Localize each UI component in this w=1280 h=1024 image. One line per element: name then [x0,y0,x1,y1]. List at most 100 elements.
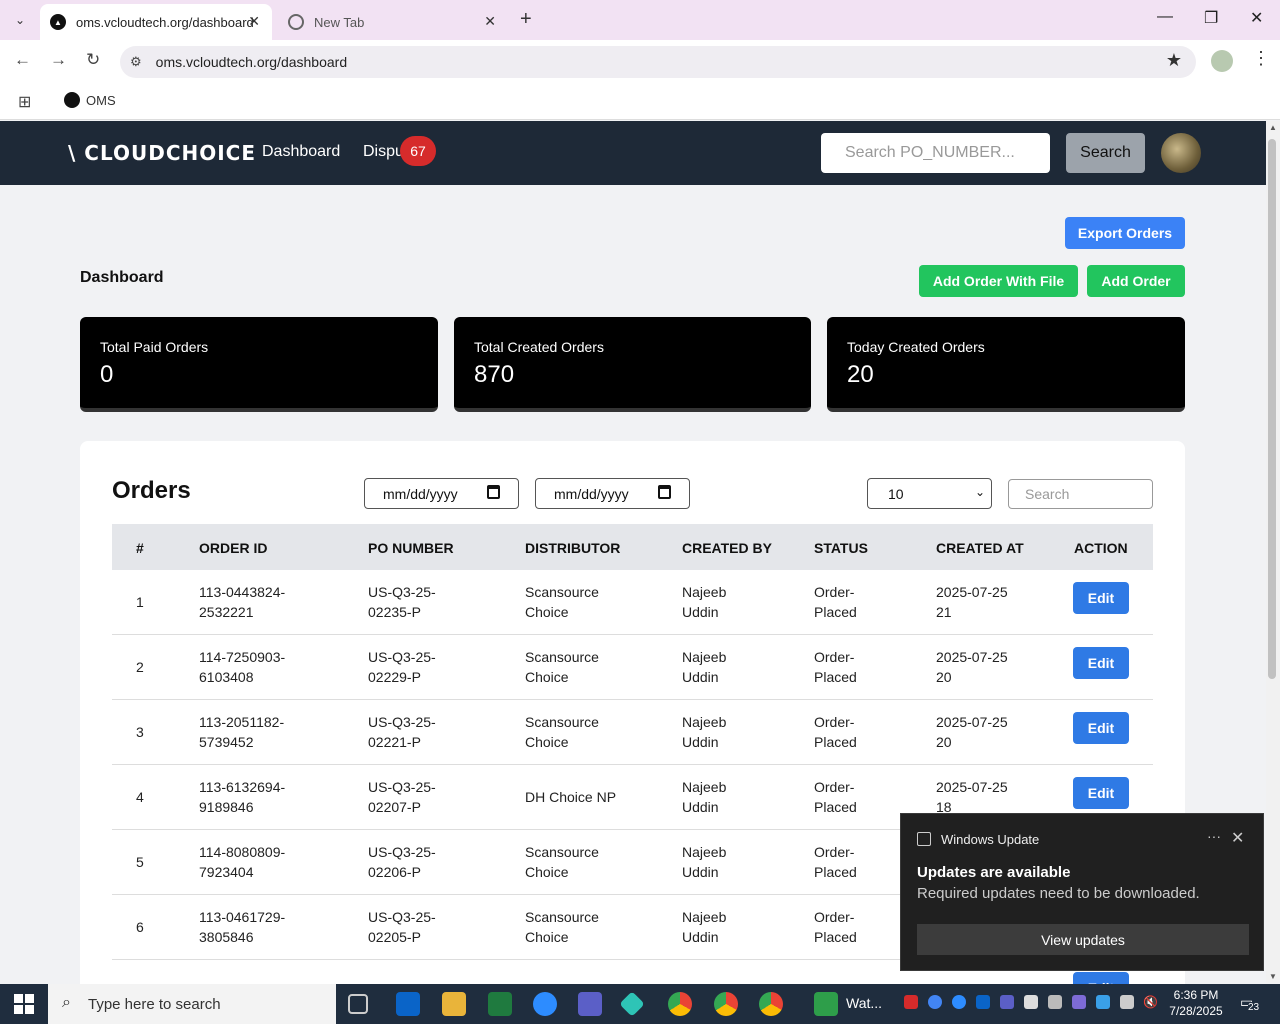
col-header-distributor: DISTRIBUTOR [525,540,621,556]
stocks-app-icon[interactable] [814,992,838,1016]
cell-at: 2025-07-25 18 [936,777,1008,817]
tool-tray-icon[interactable] [1048,995,1062,1009]
reload-icon[interactable]: ↻ [86,50,100,70]
view-updates-button[interactable]: View updates [917,924,1249,955]
cell-status: Order- Placed [814,907,857,947]
file-explorer-icon[interactable] [442,992,466,1016]
browser-tab-dashboard[interactable]: ▲ oms.vcloudtech.org/dashboard ✕ [40,4,272,40]
bookmark-oms[interactable]: OMS [64,92,116,108]
cell-line: 113-6132694- [199,779,286,795]
volume-muted-icon[interactable]: 🔇 [1143,995,1158,1009]
new-tab-plus-icon[interactable]: + [520,8,532,31]
outlook-icon[interactable] [396,992,420,1016]
cell-order-id: 114-8080809- 7923404 [199,842,285,882]
scrollbar-thumb[interactable] [1268,139,1276,679]
taskbar-clock[interactable]: 6:36 PM 7/28/2025 [1166,987,1226,1019]
minimize-icon[interactable]: — [1157,8,1173,26]
notification-count: 23 [1248,1002,1260,1013]
calendar-icon[interactable] [658,485,671,499]
table-row: 3 113-2051182- 5739452 US-Q3-25- 02221-P Scan… [112,700,1153,765]
url-text[interactable]: oms.vcloudtech.org/dashboard [156,54,347,70]
cell-by: Najeeb Uddin [682,777,726,817]
scroll-up-arrow-icon[interactable]: ▲ [1269,123,1277,132]
windows-start-icon[interactable] [14,994,34,1014]
site-info-icon[interactable]: ⚙ [130,54,142,70]
display-tray-icon[interactable] [1120,995,1134,1009]
task-view-icon[interactable] [348,994,368,1014]
cell-line: 114-8080809- [199,844,286,860]
search-button[interactable]: Search [1066,133,1145,173]
table-search-input[interactable]: Search [1008,479,1153,509]
outlook-tray-icon[interactable] [976,995,990,1009]
rows-per-page-select[interactable]: 10 ⌄ [867,478,992,509]
forward-arrow-icon[interactable]: → [50,50,67,70]
cell-line: US-Q3-25- [368,714,436,730]
edit-button[interactable]: Edit [1073,712,1129,744]
close-icon[interactable]: ✕ [1231,828,1244,848]
network-tray-icon[interactable] [1024,995,1038,1009]
chrome-tray-icon[interactable] [928,995,942,1009]
cell-po: US-Q3-25- 02221-P [368,712,436,752]
add-order-with-file-button[interactable]: Add Order With File [919,265,1078,297]
cell-line: 6103408 [199,669,254,685]
date-from-input[interactable]: mm/dd/yyyy [364,478,519,509]
omnibox[interactable]: ⚙ oms.vcloudtech.org/dashboard ★ [120,46,1196,78]
profile-avatar-icon[interactable] [1211,50,1233,72]
app-diamond-icon[interactable] [619,991,645,1017]
restore-icon[interactable]: ❐ [1204,8,1218,28]
taskbar-search-input[interactable]: ⌕ Type here to search [48,984,336,1024]
edit-button[interactable]: Edit [1073,777,1129,809]
export-orders-button[interactable]: Export Orders [1065,217,1185,249]
scroll-down-arrow-icon[interactable]: ▼ [1269,972,1277,981]
date-to-input[interactable]: mm/dd/yyyy [535,478,690,509]
cell-line: Order- [814,714,855,730]
close-tab-icon[interactable]: ✕ [484,13,496,30]
cell-dist: DH Choice NP [525,787,616,807]
cell-num: 5 [136,854,144,870]
cell-num: 3 [136,724,144,740]
vs-tray-icon[interactable] [1072,995,1086,1009]
teams-icon[interactable] [578,992,602,1016]
nav-link-dashboard[interactable]: Dashboard [262,143,340,161]
browser-tab-new-tab[interactable]: New Tab ✕ [278,4,508,40]
close-tab-icon[interactable]: ✕ [248,13,260,30]
notification-center-icon[interactable]: ▭ 23 [1240,994,1260,1013]
page-scrollbar[interactable]: ▲ ▼ [1266,121,1280,983]
zoom-tray-icon[interactable] [952,995,966,1009]
cloudchoice-logo[interactable]: \ CLOUDCHOICE [68,141,256,165]
chrome-profile-icon[interactable] [759,992,783,1016]
running-app-label[interactable]: Wat... [846,995,882,1011]
excel-icon[interactable] [488,992,512,1016]
calendar-icon[interactable] [487,485,500,499]
nav-link-disputes[interactable]: Dispu [363,143,404,161]
cell-line: 114-7250903- [199,649,286,665]
edit-button[interactable]: Edit [1073,647,1129,679]
browser-menu-icon[interactable]: ⋮ [1252,48,1270,69]
zoom-icon[interactable] [533,992,557,1016]
cell-order-id: 114-7250903- 6103408 [199,647,285,687]
tab-title: oms.vcloudtech.org/dashboard [76,14,254,30]
acrobat-tray-icon[interactable] [904,995,918,1009]
teams-tray-icon[interactable] [1000,995,1014,1009]
cell-at: 2025-07-25 20 [936,647,1008,687]
chrome-icon[interactable] [668,992,692,1016]
apps-grid-icon[interactable]: ⊞ [18,92,31,112]
clock-date: 7/28/2025 [1169,1004,1223,1018]
cell-line: Najeeb [682,779,727,795]
tab-search-chevron-icon[interactable]: ⌄ [0,0,40,40]
col-header-num: # [136,540,144,556]
bookmark-star-icon[interactable]: ★ [1166,50,1182,71]
po-number-search-input[interactable]: Search PO_NUMBER... [821,133,1050,173]
user-avatar[interactable] [1161,133,1201,173]
cell-by: Najeeb Uddin [682,582,726,622]
add-order-button[interactable]: Add Order [1087,265,1185,297]
chrome-active-icon[interactable] [714,992,738,1016]
edit-button[interactable]: Edit [1073,582,1129,614]
onedrive-tray-icon[interactable] [1096,995,1110,1009]
cell-line: 2025-07-25 [936,779,1008,795]
more-options-icon[interactable]: ··· [1207,828,1221,844]
cell-line: Najeeb [682,584,727,600]
back-arrow-icon[interactable]: ← [14,50,31,70]
search-icon: ⌕ [62,994,71,1011]
close-window-icon[interactable]: ✕ [1250,8,1263,28]
